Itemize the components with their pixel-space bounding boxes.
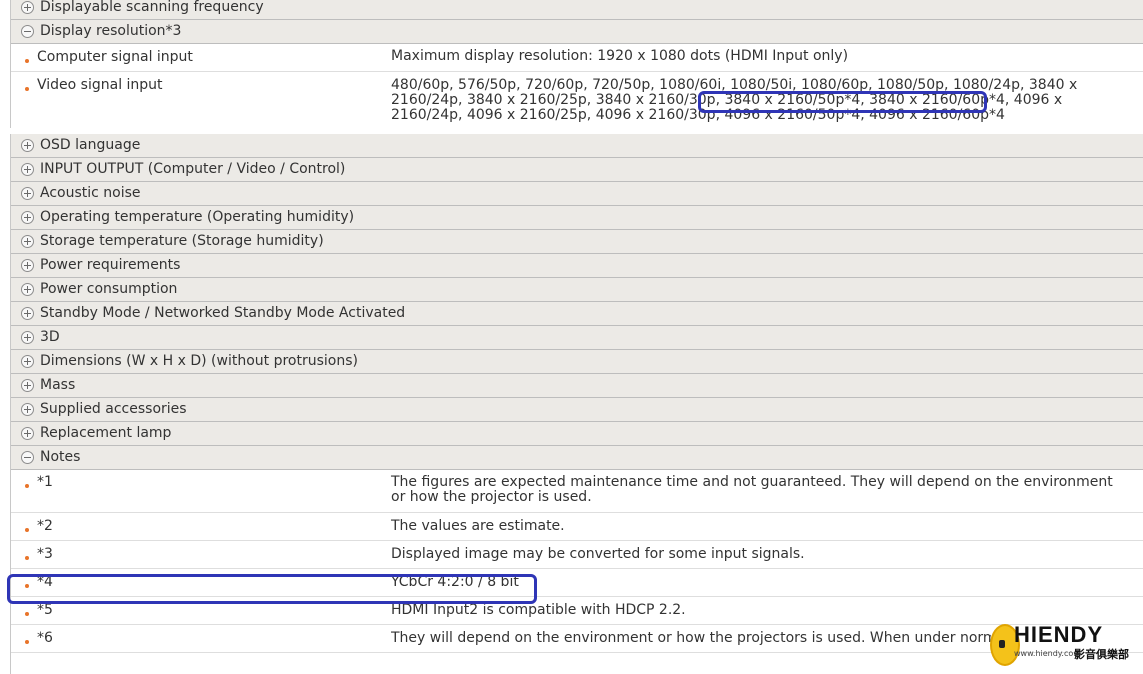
- note-value: Displayed image may be converted for som…: [391, 546, 805, 562]
- note-label: *1: [37, 474, 53, 490]
- note-label: *3: [37, 546, 53, 562]
- section-title: Power requirements: [40, 257, 181, 273]
- bullet-icon: [25, 640, 29, 644]
- section-title: Supplied accessories: [40, 401, 187, 417]
- bullet-icon: [25, 484, 29, 488]
- note-value: YCbCr 4:2:0 / 8 bit: [391, 574, 519, 590]
- section-title: Storage temperature (Storage humidity): [40, 233, 324, 249]
- note-value: They will depend on the environment or h…: [391, 631, 991, 646]
- section-header[interactable]: Acoustic noise: [11, 182, 1143, 206]
- section-title: Acoustic noise: [40, 185, 141, 201]
- expand-plus-icon[interactable]: [21, 283, 34, 296]
- note-label: *4: [37, 574, 53, 590]
- section-header-scanning-frequency[interactable]: Displayable scanning frequency: [11, 0, 1143, 20]
- bullet-icon: [25, 528, 29, 532]
- bullet-icon: [25, 87, 29, 91]
- expand-plus-icon[interactable]: [21, 379, 34, 392]
- note-label: *6: [37, 630, 53, 646]
- section-title: Notes: [40, 449, 81, 465]
- section-header[interactable]: INPUT OUTPUT (Computer / Video / Control…: [11, 158, 1143, 182]
- section-title: 3D: [40, 329, 60, 345]
- expand-plus-icon[interactable]: [21, 403, 34, 416]
- note-row: *1 The figures are expected maintenance …: [11, 470, 1143, 513]
- spec-label: Video signal input: [37, 77, 163, 93]
- logo-brand-text: HIENDY: [1014, 622, 1104, 647]
- section-header-display-resolution[interactable]: Display resolution*3: [11, 20, 1143, 44]
- section-header[interactable]: Power consumption: [11, 278, 1143, 302]
- section-header[interactable]: Dimensions (W x H x D) (without protrusi…: [11, 350, 1143, 374]
- section-header[interactable]: Operating temperature (Operating humidit…: [11, 206, 1143, 230]
- logo-club-text: 影音俱樂部: [1074, 648, 1129, 661]
- expand-plus-icon[interactable]: [21, 163, 34, 176]
- expand-plus-icon[interactable]: [21, 187, 34, 200]
- section-title: Mass: [40, 377, 76, 393]
- section-header[interactable]: Mass: [11, 374, 1143, 398]
- note-row: *6 They will depend on the environment o…: [11, 625, 1143, 653]
- section-header[interactable]: Power requirements: [11, 254, 1143, 278]
- bullet-icon: [25, 612, 29, 616]
- resolution-panel: Displayable scanning frequency Display r…: [10, 0, 1143, 128]
- section-title: Display resolution*3: [40, 23, 182, 39]
- bullet-icon: [25, 556, 29, 560]
- section-header[interactable]: OSD language: [11, 134, 1143, 158]
- section-header[interactable]: Standby Mode / Networked Standby Mode Ac…: [11, 302, 1143, 326]
- expand-plus-icon[interactable]: [21, 331, 34, 344]
- spec-value: 480/60p, 576/50p, 720/60p, 720/50p, 1080…: [391, 77, 1078, 123]
- note-value: The values are estimate.: [391, 518, 565, 534]
- spec-sections-panel: OSD language INPUT OUTPUT (Computer / Vi…: [10, 134, 1143, 674]
- expand-plus-icon[interactable]: [21, 307, 34, 320]
- note-row: *4 YCbCr 4:2:0 / 8 bit: [11, 569, 1143, 597]
- section-header-notes[interactable]: Notes: [11, 446, 1143, 470]
- section-title: Power consumption: [40, 281, 178, 297]
- note-label: *5: [37, 602, 53, 618]
- expand-plus-icon[interactable]: [21, 211, 34, 224]
- section-header[interactable]: Supplied accessories: [11, 398, 1143, 422]
- expand-plus-icon[interactable]: [21, 427, 34, 440]
- section-title: Dimensions (W x H x D) (without protrusi…: [40, 353, 358, 369]
- bullet-icon: [25, 584, 29, 588]
- note-label: *2: [37, 518, 53, 534]
- section-title: OSD language: [40, 137, 141, 153]
- note-value: The figures are expected maintenance tim…: [391, 474, 1113, 505]
- section-header[interactable]: Storage temperature (Storage humidity): [11, 230, 1143, 254]
- note-value: HDMI Input2 is compatible with HDCP 2.2.: [391, 602, 686, 618]
- section-title: INPUT OUTPUT (Computer / Video / Control…: [40, 161, 346, 177]
- section-title: Displayable scanning frequency: [40, 0, 264, 15]
- section-header[interactable]: Replacement lamp: [11, 422, 1143, 446]
- expand-plus-icon[interactable]: [21, 355, 34, 368]
- bullet-icon: [25, 59, 29, 63]
- section-title: Standby Mode / Networked Standby Mode Ac…: [40, 305, 406, 321]
- section-title: Operating temperature (Operating humidit…: [40, 209, 355, 225]
- spec-row-computer-signal: Computer signal input Maximum display re…: [11, 44, 1143, 72]
- section-title: Replacement lamp: [40, 425, 172, 441]
- spec-value: Maximum display resolution: 1920 x 1080 …: [391, 48, 849, 64]
- spec-label: Computer signal input: [37, 49, 193, 65]
- collapse-minus-icon[interactable]: [21, 451, 34, 464]
- expand-plus-icon[interactable]: [21, 235, 34, 248]
- hiendy-watermark-logo: HIENDY www.hiendy.com 影音俱樂部: [988, 622, 1140, 666]
- note-row: *5 HDMI Input2 is compatible with HDCP 2…: [11, 597, 1143, 625]
- spec-row-video-signal: Video signal input 480/60p, 576/50p, 720…: [11, 72, 1143, 128]
- expand-plus-icon[interactable]: [21, 1, 34, 14]
- section-header[interactable]: 3D: [11, 326, 1143, 350]
- logo-site-text: www.hiendy.com: [1014, 649, 1082, 658]
- note-row: *3 Displayed image may be converted for …: [11, 541, 1143, 569]
- note-row: *2 The values are estimate.: [11, 513, 1143, 541]
- collapse-minus-icon[interactable]: [21, 25, 34, 38]
- expand-plus-icon[interactable]: [21, 139, 34, 152]
- expand-plus-icon[interactable]: [21, 259, 34, 272]
